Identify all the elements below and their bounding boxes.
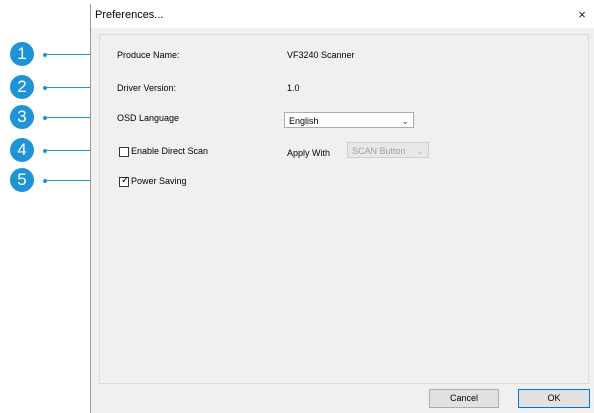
osd-language-select[interactable]: English ⌄	[284, 112, 414, 128]
osd-language-label: OSD Language	[117, 113, 180, 123]
dialog-title: Preferences...	[95, 9, 164, 21]
apply-with-label: Apply With	[287, 148, 331, 158]
cancel-button[interactable]: Cancel	[429, 389, 499, 408]
callout-badge-1: 1	[10, 42, 34, 66]
preferences-dialog: Preferences... × Produce Name: VF3240 Sc…	[90, 4, 594, 413]
enable-direct-scan-label[interactable]: Enable Direct Scan	[131, 146, 208, 156]
enable-direct-scan-checkbox[interactable]	[119, 147, 129, 157]
checkmark-icon: ✓	[121, 175, 130, 186]
driver-version-label: Driver Version:	[117, 83, 177, 93]
ok-button[interactable]: OK	[518, 389, 590, 408]
produce-name-value: VF3240 Scanner	[287, 50, 355, 60]
chevron-down-icon: ⌄	[416, 146, 424, 156]
chevron-down-icon: ⌄	[401, 116, 409, 126]
produce-name-label: Produce Name:	[117, 50, 180, 60]
callout-badge-5: 5	[10, 168, 34, 192]
osd-language-selected: English	[289, 116, 319, 126]
driver-version-value: 1.0	[287, 83, 300, 93]
power-saving-checkbox[interactable]: ✓	[119, 175, 130, 187]
callout-badge-2: 2	[10, 75, 34, 99]
apply-with-selected: SCAN Button	[352, 146, 406, 156]
power-saving-label[interactable]: Power Saving	[131, 176, 187, 186]
callout-badge-4: 4	[10, 138, 34, 162]
apply-with-select[interactable]: SCAN Button ⌄	[347, 142, 429, 158]
callout-badge-3: 3	[10, 105, 34, 129]
title-bar[interactable]: Preferences... ×	[91, 4, 594, 28]
close-icon[interactable]: ×	[571, 5, 593, 25]
